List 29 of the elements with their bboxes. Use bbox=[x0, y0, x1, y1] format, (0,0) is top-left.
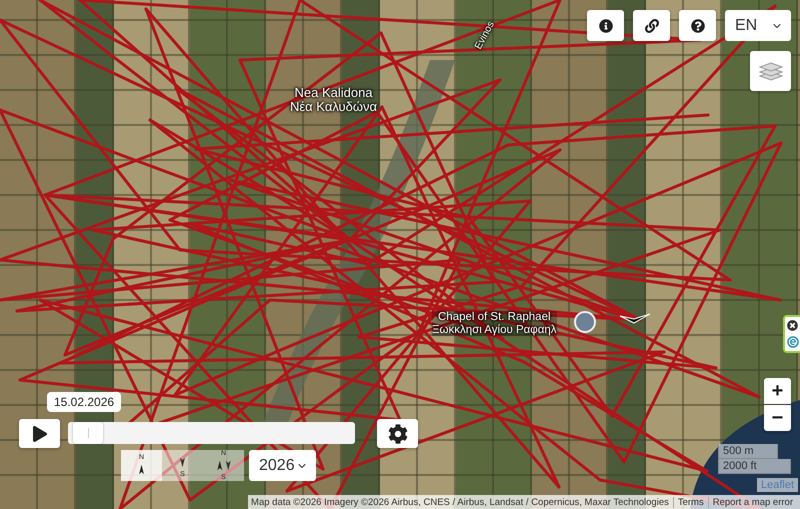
help-button[interactable] bbox=[679, 10, 716, 41]
map-background[interactable] bbox=[0, 0, 800, 509]
zoom-in-button[interactable]: + bbox=[764, 378, 791, 404]
settings-button[interactable] bbox=[377, 419, 418, 448]
info-icon bbox=[598, 18, 612, 32]
e-icon[interactable] bbox=[786, 336, 798, 348]
link-icon bbox=[644, 18, 658, 32]
help-icon bbox=[690, 18, 704, 32]
scale-bar: 2000 ft bbox=[718, 459, 791, 474]
language-select[interactable]: EN bbox=[725, 10, 791, 41]
link-button[interactable] bbox=[633, 10, 670, 41]
play-button[interactable] bbox=[19, 419, 60, 448]
close-icon[interactable] bbox=[787, 320, 798, 331]
place-label: Nea Kalidona Νέα Καλυδώνα bbox=[290, 86, 378, 115]
report-link[interactable]: Report a map error bbox=[708, 496, 797, 508]
scale-bar: 500 m bbox=[718, 444, 778, 459]
slider-thumb[interactable] bbox=[73, 422, 104, 444]
settings-icon bbox=[388, 424, 408, 444]
play-icon bbox=[32, 426, 48, 442]
map-pin-icon[interactable] bbox=[574, 311, 596, 333]
side-panel-tab[interactable] bbox=[783, 315, 800, 353]
layers-button[interactable] bbox=[750, 51, 791, 91]
year-select[interactable]: 2026 bbox=[249, 450, 316, 481]
zoom-out-button[interactable]: − bbox=[764, 405, 791, 431]
timeline-slider[interactable] bbox=[68, 422, 355, 444]
attribution-text: Map data ©2026 Imagery ©2026 Airbus, CNES / Airbus, Landsat / Copernicus, Maxar Technologies bbox=[251, 496, 670, 508]
terms-link[interactable]: Terms bbox=[672, 496, 708, 508]
info-button[interactable] bbox=[587, 10, 624, 41]
date-tooltip: 15.02.2026 bbox=[47, 392, 122, 412]
